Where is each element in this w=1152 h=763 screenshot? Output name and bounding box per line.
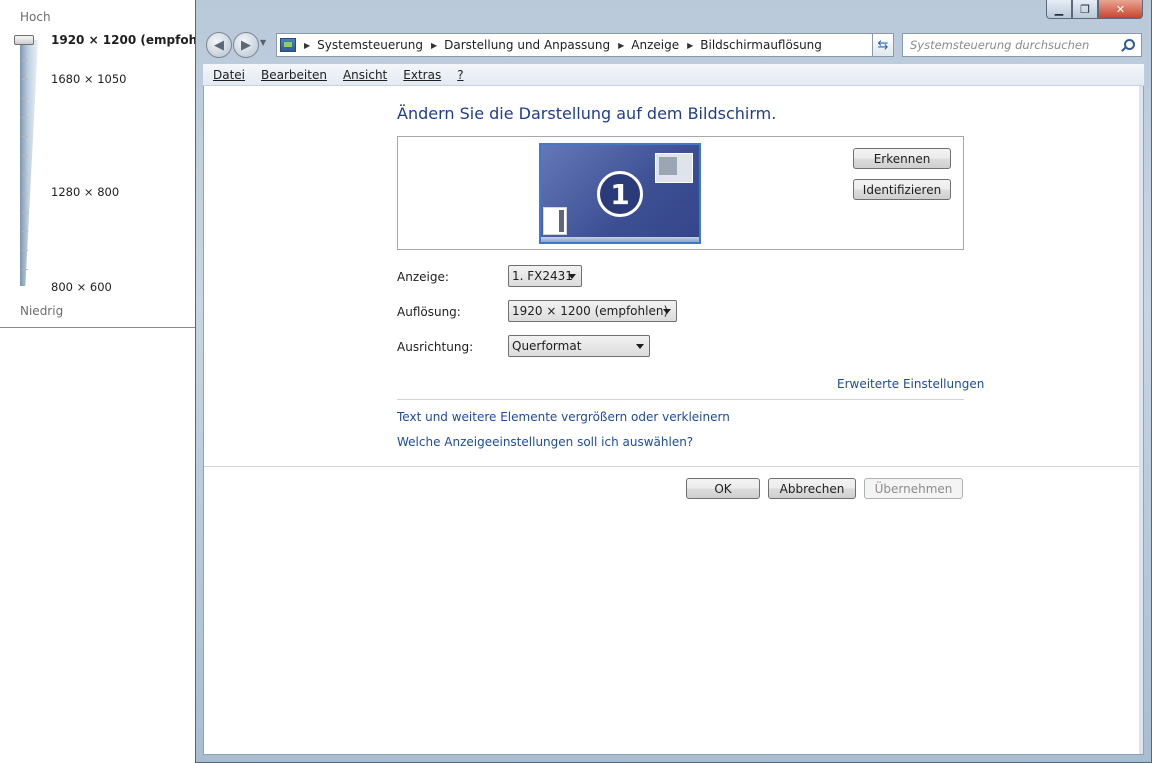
slider-tick: [22, 269, 28, 270]
detect-button[interactable]: Erkennen: [853, 148, 951, 169]
search-box[interactable]: [902, 33, 1142, 57]
resolution-select[interactable]: 1920 × 1200 (empfohlen): [508, 300, 677, 322]
ok-button[interactable]: OK: [686, 478, 760, 499]
mini-sidebar-icon: [543, 207, 567, 235]
resolution-option-800[interactable]: 800 × 600: [51, 280, 112, 294]
content-pane: Ändern Sie die Darstellung auf dem Bilds…: [203, 86, 1144, 755]
orientation-select[interactable]: Querformat: [508, 335, 650, 357]
menu-extras[interactable]: Extras: [403, 68, 441, 82]
display-label: Anzeige:: [397, 270, 449, 284]
slider-tick: [22, 79, 28, 80]
breadcrumb-item-bildschirmaufloesung[interactable]: Bildschirmauflösung: [700, 38, 822, 52]
address-bar[interactable]: ▶ Systemsteuerung ▶ Darstellung und Anpa…: [276, 33, 890, 57]
maximize-button[interactable]: ❐: [1072, 0, 1098, 19]
menu-ansicht[interactable]: Ansicht: [343, 68, 387, 82]
cancel-button[interactable]: Abbrechen: [768, 478, 856, 499]
control-panel-icon: [280, 38, 296, 52]
divider: [397, 399, 964, 400]
breadcrumb-item-darstellung[interactable]: Darstellung und Anpassung: [444, 38, 610, 52]
resolution-label: Auflösung:: [397, 305, 461, 319]
monitor-preview-panel: 1 Erkennen Identifizieren: [397, 136, 964, 250]
menu-datei[interactable]: Datei: [213, 68, 245, 82]
advanced-settings-link[interactable]: Erweiterte Einstellungen: [837, 377, 984, 391]
mini-window-icon: [655, 153, 693, 183]
orientation-label: Ausrichtung:: [397, 340, 474, 354]
breadcrumb-item-anzeige[interactable]: Anzeige: [631, 38, 679, 52]
slider-tick: [22, 155, 28, 156]
menu-bar: Datei Bearbeiten Ansicht Extras ?: [203, 64, 1144, 86]
slider-tick: [22, 231, 28, 232]
display-select-value: 1. FX2431: [512, 269, 573, 283]
arrow-left-icon: ◀: [214, 37, 224, 53]
arrow-right-icon: ▶: [241, 37, 251, 53]
resolution-option-1280[interactable]: 1280 × 800: [51, 185, 119, 199]
monitor-1-preview[interactable]: 1: [539, 143, 701, 244]
chevron-down-icon: [636, 344, 644, 349]
slider-high-label: Hoch: [20, 10, 51, 24]
pane-border: [1139, 86, 1143, 754]
refresh-icon: ⇆: [877, 37, 889, 53]
slider-tick: [22, 136, 28, 137]
slider-tick: [22, 250, 28, 251]
slider-tick: [22, 193, 28, 194]
slider-low-label: Niedrig: [20, 304, 64, 318]
resolution-select-value: 1920 × 1200 (empfohlen): [512, 304, 669, 318]
slider-tick: [22, 212, 28, 213]
control-panel-window: ▁ ❐ ✕ ◀ ▶ ▼ ▶ Systemsteuerung ▶ Darstell…: [195, 0, 1152, 763]
identify-button[interactable]: Identifizieren: [853, 179, 951, 200]
resolution-option-1680[interactable]: 1680 × 1050: [51, 72, 126, 86]
chevron-down-icon: [568, 274, 576, 279]
slider-tick: [22, 117, 28, 118]
recent-pages-dropdown[interactable]: ▼: [260, 38, 266, 47]
resolution-slider-popup: Hoch 1920 × 1200 (empfohlen) 1680 × 1050…: [0, 0, 223, 328]
breadcrumb-separator-icon[interactable]: ▶: [431, 41, 437, 50]
slider-tick: [22, 98, 28, 99]
slider-tick: [22, 60, 28, 61]
search-icon[interactable]: [1124, 39, 1135, 50]
slider-tick: [22, 174, 28, 175]
divider: [204, 466, 1141, 467]
search-input[interactable]: [910, 38, 1115, 52]
refresh-button[interactable]: ⇆: [872, 33, 894, 57]
text-size-link[interactable]: Text und weitere Elemente vergrößern ode…: [397, 410, 730, 424]
resolution-slider-thumb[interactable]: [14, 35, 34, 45]
orientation-select-value: Querformat: [512, 339, 582, 353]
monitor-number-badge: 1: [597, 171, 643, 217]
breadcrumb-separator-icon[interactable]: ▶: [618, 41, 624, 50]
page-title: Ändern Sie die Darstellung auf dem Bilds…: [397, 104, 777, 123]
breadcrumb-separator-icon[interactable]: ▶: [304, 41, 310, 50]
display-select[interactable]: 1. FX2431: [508, 265, 582, 287]
menu-help[interactable]: ?: [457, 68, 463, 82]
menu-bearbeiten[interactable]: Bearbeiten: [261, 68, 327, 82]
chevron-down-icon: [663, 309, 671, 314]
back-button[interactable]: ◀: [206, 32, 232, 58]
apply-button[interactable]: Übernehmen: [864, 478, 963, 499]
caption-buttons: ▁ ❐ ✕: [1046, 0, 1143, 20]
display-help-link[interactable]: Welche Anzeigeeinstellungen soll ich aus…: [397, 435, 693, 449]
breadcrumb-separator-icon[interactable]: ▶: [687, 41, 693, 50]
close-button[interactable]: ✕: [1098, 0, 1143, 19]
breadcrumb-item-systemsteuerung[interactable]: Systemsteuerung: [317, 38, 423, 52]
minimize-button[interactable]: ▁: [1046, 0, 1072, 19]
forward-button[interactable]: ▶: [233, 32, 259, 58]
